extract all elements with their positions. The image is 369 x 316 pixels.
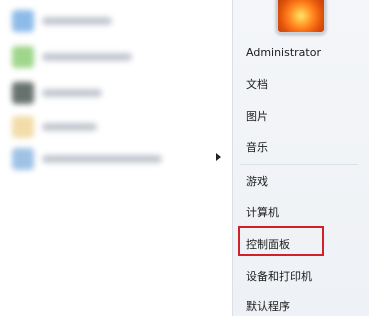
app-icon [12, 46, 34, 68]
app-icon [12, 82, 34, 104]
submenu-arrow-icon[interactable] [216, 153, 221, 161]
computer-link[interactable]: 计算机 [246, 206, 279, 220]
user-name-link[interactable]: Administrator [246, 46, 321, 60]
programs-pane [0, 0, 233, 316]
program-item[interactable] [6, 78, 206, 108]
program-item[interactable] [6, 42, 206, 72]
start-menu: Administrator 文档 图片 音乐 游戏 计算机 控制面板 设备和打印… [0, 0, 369, 316]
program-item[interactable] [6, 112, 206, 142]
pictures-link[interactable]: 图片 [246, 110, 268, 124]
app-icon [12, 10, 34, 32]
program-item[interactable] [6, 144, 206, 174]
devices-printers-link[interactable]: 设备和打印机 [246, 270, 312, 284]
app-icon [12, 148, 34, 170]
documents-link[interactable]: 文档 [246, 78, 268, 92]
music-link[interactable]: 音乐 [246, 141, 268, 155]
program-item[interactable] [6, 6, 206, 36]
games-link[interactable]: 游戏 [246, 175, 268, 189]
app-icon [12, 116, 34, 138]
pane-fade [0, 190, 232, 316]
user-avatar[interactable] [276, 0, 326, 34]
annotation-highlight-box [238, 226, 324, 256]
default-programs-link[interactable]: 默认程序 [246, 300, 290, 314]
separator [240, 164, 358, 165]
